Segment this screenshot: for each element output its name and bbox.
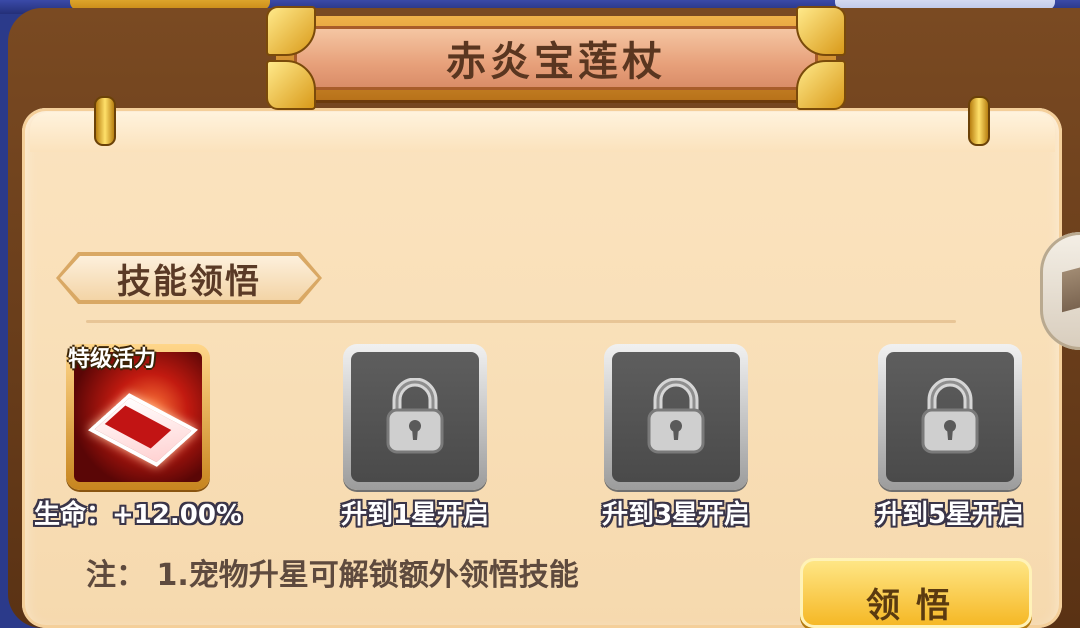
side-panel-button[interactable]: [1040, 232, 1080, 350]
section-header: 技能领悟: [56, 248, 322, 308]
lock-icon: [647, 378, 705, 454]
lock-icon: [386, 378, 444, 454]
unlock-note: 注： 1.宠物升星可解锁额外领悟技能: [86, 558, 579, 593]
unlock-condition-label: 升到5星开启: [875, 500, 1025, 530]
divider: [86, 320, 956, 323]
title-banner: 赤炎宝莲杖: [266, 6, 846, 110]
skill-name-tag: 特级活力: [68, 347, 157, 372]
skill-slot-owned[interactable]: 特级活力: [66, 344, 210, 490]
section-title: 技能领悟: [117, 261, 261, 302]
slot-inner: [886, 352, 1014, 482]
slot-inner: [612, 352, 740, 482]
unlock-condition-label: 升到3星开启: [601, 500, 751, 530]
parchment-top-edge: [30, 112, 1055, 152]
comprehend-button[interactable]: 领悟: [800, 558, 1032, 628]
binder-ring-right: [968, 96, 990, 146]
slot-inner: [351, 352, 479, 482]
skill-slot-locked-5[interactable]: [878, 344, 1022, 490]
page-title: 赤炎宝莲杖: [446, 39, 666, 85]
skill-slot-locked-3[interactable]: [604, 344, 748, 490]
skill-slot-locked-1[interactable]: [343, 344, 487, 490]
skill-stat-label: 生命：+12.00%: [33, 500, 243, 530]
lock-icon: [921, 378, 979, 454]
binder-ring-left: [94, 96, 116, 146]
comprehend-button-label: 领悟: [866, 586, 966, 626]
box-icon: [1062, 263, 1080, 313]
unlock-condition-label: 升到1星开启: [340, 500, 490, 530]
